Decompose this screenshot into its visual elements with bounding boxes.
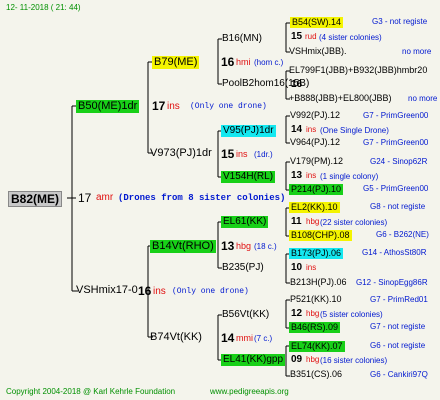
g4-r4-id[interactable]: EL799F1(JBB)+B932(JBB)hmbr20 <box>289 66 427 75</box>
g3-b2-id[interactable]: V154H(RL) <box>221 171 276 183</box>
g2-c-tag: hbg <box>236 241 252 251</box>
g4-r24-right: G6 - Cankiri97Q <box>370 370 428 379</box>
g2-a-number: 16 <box>221 55 235 69</box>
g2-d-note: (7 c.) <box>254 334 273 343</box>
g4-r2-tag: rud <box>305 32 317 41</box>
g2-a-id[interactable]: B79(ME) <box>152 56 200 69</box>
g1-lower-id[interactable]: VSHmix17-0 <box>76 285 138 296</box>
g2-c-id[interactable]: B14Vt(RHO) <box>150 240 216 253</box>
g4-r2-note: (4 sister colonies) <box>319 33 382 42</box>
g4-r18-right: G12 - SinopEgg86R <box>356 278 428 287</box>
g1-upper-id[interactable]: B50(ME)1dr <box>76 100 140 113</box>
g4-r22-id[interactable]: EL74(KK).07 <box>289 341 345 352</box>
g4-r7-right: G7 - PrimGreen00 <box>363 111 429 120</box>
g2-d-tag: mmi <box>236 333 253 343</box>
g4-r14-tag: hbg <box>306 217 320 226</box>
g4-r11-number: 13 <box>291 170 303 181</box>
g4-r23-number: 09 <box>291 354 303 365</box>
g4-r19-right: G7 - PrimRed01 <box>370 295 428 304</box>
g4-r7-id[interactable]: V992(PJ).12 <box>290 111 340 120</box>
g4-r8-number: 14 <box>291 124 303 135</box>
g4-r21-id[interactable]: B46(RS).09 <box>289 322 341 333</box>
g2-c-number: 13 <box>221 239 235 253</box>
g4-r14-note: (22 sister colonies) <box>320 218 388 227</box>
g4-r15-right: G6 - B262(NE) <box>376 230 429 239</box>
g4-r13-id[interactable]: EL2(KK).10 <box>289 202 340 213</box>
g2-b-tag: ins <box>236 149 248 159</box>
pedigree-page: 12- 11-2018 ( 21: 44) Copyright 2004-201… <box>0 0 440 400</box>
g3-d1-id[interactable]: B56Vt(KK) <box>222 310 269 320</box>
g2-a-tag: hmi <box>236 57 251 67</box>
root-note: (Drones from 8 sister colonies) <box>118 193 286 203</box>
g3-d2-id[interactable]: EL41(KK)gpp <box>221 354 286 366</box>
g4-r8-tag: ins <box>306 125 317 134</box>
g4-r3-right: no more <box>402 47 432 56</box>
g4-r23-note: (16 sister colonies) <box>320 356 388 365</box>
g4-r22-right: G6 - not registe <box>370 341 426 350</box>
g4-r8-note: (One Single Drone) <box>320 126 389 135</box>
g1-lower-number: 16 <box>138 284 152 298</box>
date-header: 12- 11-2018 ( 21: 44) <box>6 3 81 12</box>
g4-r14-number: 11 <box>291 216 302 227</box>
g2-b-note: (1dr.) <box>254 150 273 159</box>
g4-r18-id[interactable]: B213H(PJ).06 <box>290 278 347 287</box>
g4-r20-number: 12 <box>291 308 303 319</box>
g1-lower-note: (Only one drone) <box>172 287 249 296</box>
copyright-text: Copyright 2004-2018 @ Karl Kehrle Founda… <box>6 387 176 396</box>
g4-r11-tag: ins <box>306 171 317 180</box>
g4-r6-right: no more <box>408 94 438 103</box>
g4-r16-right: G14 - AthosSt80R <box>362 248 427 257</box>
g3-b1-id[interactable]: V95(PJ)1dr <box>221 125 276 137</box>
g4-r5-number: 16 <box>291 79 303 90</box>
g4-r17-number: 10 <box>291 262 303 273</box>
root-tag: amr <box>96 192 114 203</box>
g4-r19-id[interactable]: P521(KK).10 <box>290 295 342 304</box>
g2-c-note: (18 c.) <box>254 242 277 251</box>
g4-r2-number: 15 <box>291 31 303 42</box>
g1-upper-tag: ins <box>167 101 180 112</box>
g1-upper-number: 17 <box>152 99 166 113</box>
g2-d-number: 14 <box>221 331 235 345</box>
g4-r17-tag: ins <box>306 263 317 272</box>
website-link[interactable]: www.pedigreeapis.org <box>210 388 289 396</box>
g4-r20-note: (5 sister colonies) <box>320 310 383 319</box>
g2-b-id[interactable]: V973(PJ)1dr <box>150 148 212 159</box>
g4-r24-id[interactable]: B351(CS).06 <box>290 370 342 379</box>
g4-r1-id[interactable]: B54(SW).14 <box>290 17 344 28</box>
g3-c2-id[interactable]: B235(PJ) <box>222 263 264 273</box>
g4-r1-right: G3 - not registe <box>372 17 428 26</box>
g4-r10-id[interactable]: V179(PM).12 <box>290 157 343 166</box>
g4-r11-note: (1 single colony) <box>320 172 379 181</box>
g1-lower-tag: ins <box>153 286 166 297</box>
g1-upper-note: (Only one drone) <box>190 102 267 111</box>
g4-r9-id[interactable]: V964(PJ).12 <box>290 138 340 147</box>
g4-r3-id[interactable]: VSHmix(JBB). <box>289 47 347 56</box>
g2-a-note: (hom c.) <box>254 58 284 67</box>
g4-r9-right: G7 - PrimGreen00 <box>363 138 429 147</box>
g2-d-id[interactable]: B74Vt(KK) <box>150 332 202 343</box>
g4-r23-tag: hbg <box>306 355 320 364</box>
g4-r16-id[interactable]: B173(PJ).06 <box>289 248 344 259</box>
g4-r21-right: G7 - not registe <box>370 322 426 331</box>
g4-r12-right: G5 - PrimGreen00 <box>363 184 429 193</box>
g4-r13-right: G8 - not registe <box>370 202 426 211</box>
root-queen-id[interactable]: B82(ME) <box>8 191 63 207</box>
g4-r10-right: G24 - Sinop62R <box>370 157 428 166</box>
g2-b-number: 15 <box>221 147 235 161</box>
g3-c1-id[interactable]: EL61(KK) <box>221 216 269 228</box>
g4-r12-id[interactable]: P214(PJ).10 <box>289 184 344 195</box>
root-number: 17 <box>78 191 92 205</box>
g3-a1-id[interactable]: B16(MN) <box>222 34 262 44</box>
g4-r20-tag: hbg <box>306 309 320 318</box>
g4-r15-id[interactable]: B108(CHP).08 <box>289 230 352 241</box>
g4-r6-id[interactable]: +B888(JBB)+EL800(JBB) <box>289 94 392 103</box>
